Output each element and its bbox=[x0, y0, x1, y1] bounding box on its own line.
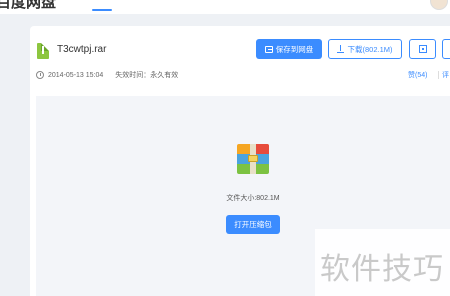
divider bbox=[438, 71, 439, 79]
file-size: 文件大小:802.1M bbox=[226, 195, 280, 202]
share-date: 2014-05-13 15:04 bbox=[48, 71, 104, 79]
save-button-label: 保存到网盘 bbox=[275, 44, 314, 54]
qr-code-button[interactable] bbox=[409, 39, 436, 59]
qr-code-icon bbox=[418, 45, 427, 53]
app-logo-text[interactable]: 百度网盘 bbox=[0, 0, 56, 12]
download-button[interactable]: 下载(802.1M) bbox=[328, 39, 402, 59]
top-bar: 百度网盘 bbox=[0, 0, 450, 14]
download-icon bbox=[337, 45, 345, 53]
clock-icon bbox=[36, 71, 44, 79]
save-icon bbox=[264, 45, 273, 53]
comment-link[interactable]: 评 bbox=[442, 70, 449, 80]
more-button[interactable] bbox=[442, 39, 450, 59]
expiry-text: 失效时间：永久有效 bbox=[115, 72, 179, 79]
zip-file-icon bbox=[37, 43, 49, 59]
save-to-netdisk-button[interactable]: 保存到网盘 bbox=[256, 39, 322, 59]
active-tab-indicator bbox=[92, 9, 112, 11]
avatar[interactable] bbox=[430, 0, 448, 10]
download-button-label: 下载(802.1M) bbox=[347, 44, 393, 54]
watermark: 软件技巧 bbox=[320, 252, 444, 287]
open-archive-button[interactable]: 打开压缩包 bbox=[226, 215, 280, 234]
like-button[interactable]: 赞(54) bbox=[408, 70, 427, 80]
file-name: T3cwtpj.rar bbox=[57, 44, 107, 55]
archive-icon bbox=[237, 144, 269, 174]
file-meta: 2014-05-13 15:04 失效时间：永久有效 bbox=[36, 70, 178, 80]
